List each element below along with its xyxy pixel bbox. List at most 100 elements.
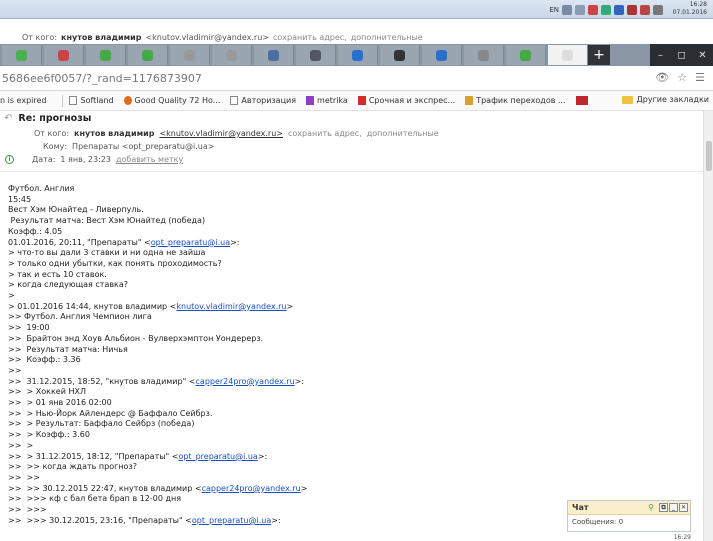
body-line: >> 19:00: [8, 323, 50, 333]
browser-tab[interactable]: [464, 45, 504, 65]
new-tab-button[interactable]: +: [588, 45, 610, 65]
bookmark-softland[interactable]: Softland: [69, 96, 114, 105]
ghost-from-header: От кого: кнутов владимир <knutov.vladimi…: [0, 30, 713, 44]
red-badge-icon: [575, 96, 588, 105]
browser-tab[interactable]: [506, 45, 546, 65]
bookmark-label: Авторизация: [241, 96, 297, 105]
body-line: >: [8, 291, 15, 301]
green-icon: [520, 49, 531, 61]
browser-tab[interactable]: [128, 45, 168, 65]
vertical-scrollbar[interactable]: [703, 111, 713, 541]
info-icon[interactable]: i: [5, 155, 14, 164]
more-link[interactable]: дополнительные: [351, 33, 423, 42]
email-link[interactable]: opt_preparatu@i.ua: [151, 238, 230, 247]
body-line: >> Результат матча: Ничья: [8, 344, 128, 354]
bookmark-label: Good Quality 72 Ho...: [134, 96, 221, 105]
email-link[interactable]: opt_preparatu@i.ua: [192, 516, 271, 525]
other-bookmarks-label: Другие закладки: [636, 95, 710, 104]
green-icon: [142, 49, 153, 61]
windows-taskbar: EN 16:28 07.01.2016: [0, 0, 713, 19]
body-line: Результат матча: Вест Хэм Юнайтед (побед…: [8, 216, 206, 226]
status-icon[interactable]: ⚲: [648, 503, 654, 512]
body-line: >> >> 30.12.2015 22:47, кнутов владимир …: [8, 483, 308, 493]
browser-tab[interactable]: [548, 45, 588, 65]
body-line: Вест Хэм Юнайтед - Ливерпуль.: [8, 205, 144, 215]
browser-tab[interactable]: [44, 45, 84, 65]
minimize-icon[interactable]: _: [669, 503, 678, 512]
network-icon[interactable]: [562, 4, 572, 15]
reply-icon: ↶: [4, 113, 13, 124]
body-line: >> > Хоккей НХЛ: [8, 387, 86, 397]
bookmark-expired[interactable]: n is expired: [0, 96, 46, 105]
bookmark-metrika[interactable]: metrika: [306, 96, 348, 105]
chat-widget[interactable]: Чат ⚲ ⧉ _ ✕ Сообщения: 0: [567, 500, 691, 532]
browser-tab[interactable]: [254, 45, 294, 65]
browser-tabs-bar: + – ◻ ✕: [0, 44, 713, 66]
browser-tab[interactable]: [380, 45, 420, 65]
body-line: > так и есть 10 ставок.: [8, 269, 107, 279]
save-address-link[interactable]: сохранить адрес,: [273, 33, 347, 42]
address-icons: 👁 ☆ ☰: [655, 71, 705, 84]
email-link[interactable]: capper24pro@yandex.ru: [202, 484, 301, 493]
browser-tab[interactable]: [212, 45, 252, 65]
save-address-link[interactable]: сохранить адрес,: [288, 129, 362, 138]
app-icon[interactable]: [653, 4, 663, 15]
bookmark-badge[interactable]: [575, 96, 588, 105]
add-tag-link[interactable]: добавить метку: [116, 155, 183, 164]
language-indicator[interactable]: EN: [549, 6, 559, 14]
from-email[interactable]: <knutov.vladimir@yandex.ru>: [145, 33, 269, 42]
from-row: От кого: кнутов владимир <knutov.vladimi…: [34, 129, 439, 138]
pb-icon: [310, 49, 321, 61]
minimize-button[interactable]: –: [650, 44, 671, 66]
body-line: >> Коэфф.: 3.36: [8, 355, 81, 365]
from-name: кнутов владимир: [61, 32, 142, 42]
other-bookmarks[interactable]: Другие закладки: [621, 95, 710, 104]
url-text[interactable]: 5686ee6f0057/?_rand=1176873907: [0, 72, 202, 85]
body-line: 01.01.2016, 20:11, "Препараты" <opt_prep…: [8, 237, 240, 247]
app-icon[interactable]: [601, 4, 611, 15]
more-link[interactable]: дополнительные: [367, 129, 439, 138]
volume-icon[interactable]: [575, 4, 585, 15]
game-icon: [58, 49, 69, 61]
email-link[interactable]: knutov.vladimir@yandex.ru: [176, 302, 286, 311]
menu-icon[interactable]: ☰: [695, 71, 705, 84]
maximize-button[interactable]: ◻: [671, 44, 692, 66]
close-icon[interactable]: ✕: [679, 503, 688, 512]
browser-tab[interactable]: [338, 45, 378, 65]
traffic-icon: [465, 96, 474, 105]
flag-icon[interactable]: [640, 4, 650, 15]
to-row: Кому: Препараты <opt_preparatu@i.ua>: [43, 142, 214, 151]
bookmark-auth[interactable]: Авторизация: [230, 96, 296, 105]
eye-icon[interactable]: 👁: [655, 71, 669, 84]
email-link[interactable]: opt_preparatu@i.ua: [178, 452, 257, 461]
popout-icon[interactable]: ⧉: [659, 503, 668, 512]
folder-icon: [621, 95, 633, 104]
star-icon[interactable]: ☆: [677, 71, 687, 84]
from-label: От кого:: [34, 129, 70, 138]
app-icon[interactable]: [614, 4, 624, 15]
scrollbar-thumb[interactable]: [706, 141, 712, 171]
bookmark-urgent[interactable]: Срочная и экспрес...: [357, 96, 455, 105]
chat-header[interactable]: Чат ⚲ ⧉ _ ✕: [568, 501, 690, 515]
address-bar[interactable]: 5686ee6f0057/?_rand=1176873907 👁 ☆ ☰: [0, 66, 713, 91]
browser-tab[interactable]: [422, 45, 462, 65]
bookmark-traffic[interactable]: Трафик переходов ...: [465, 96, 566, 105]
email-link[interactable]: capper24pro@yandex.ru: [196, 377, 295, 386]
red-icon: [357, 96, 366, 105]
to-label: Кому:: [43, 142, 68, 151]
from-email[interactable]: <knutov.vladimir@yandex.ru>: [159, 129, 283, 138]
browser-tab[interactable]: [86, 45, 126, 65]
to-value[interactable]: Препараты <opt_preparatu@i.ua>: [72, 142, 214, 151]
bookmark-label: metrika: [317, 96, 348, 105]
browser-tab[interactable]: [296, 45, 336, 65]
bookmark-good-quality[interactable]: Good Quality 72 Ho...: [123, 96, 221, 105]
taskbar-clock[interactable]: 16:28 07.01.2016: [673, 1, 707, 17]
body-line: >> Брайтон энд Хоув Альбион - Вулверхэмп…: [8, 333, 264, 343]
body-line: >> > Результат: Баффало Сейбрз (победа): [8, 419, 195, 429]
browser-tab[interactable]: [2, 45, 42, 65]
browser-tab[interactable]: [170, 45, 210, 65]
security-icon[interactable]: [588, 4, 598, 15]
close-button[interactable]: ✕: [692, 44, 713, 66]
gear-icon: [478, 49, 489, 61]
app-icon[interactable]: [627, 4, 637, 15]
